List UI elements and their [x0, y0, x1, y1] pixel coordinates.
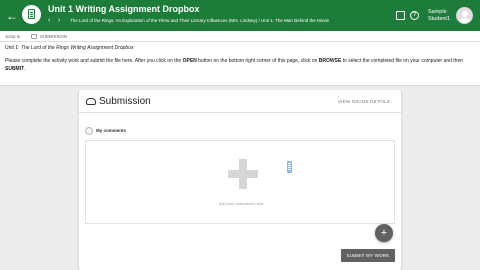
breadcrumb[interactable]: The Lord of the Rings: An Exploration of… — [70, 17, 329, 25]
tab-jump-to[interactable]: Jump to — [5, 33, 20, 40]
back-arrow-icon[interactable]: ← — [5, 9, 19, 23]
file-icon[interactable] — [287, 161, 292, 173]
plus-icon-bar — [228, 170, 258, 178]
page-title: Unit 1 Writing Assignment Dropbox — [48, 4, 200, 14]
instructions-panel: Unit 1: The Lord of the Rings Writing As… — [0, 42, 480, 86]
unit-heading: Unit 1: The Lord of the Rings Writing As… — [5, 45, 134, 52]
submission-card: Submission VIEW GRADE DETAILS My comment… — [79, 90, 401, 270]
user-name[interactable]: Sample Student1 — [428, 9, 450, 22]
view-grade-details-link[interactable]: VIEW GRADE DETAILS — [338, 99, 390, 104]
instructions-part-4: . — [24, 66, 26, 72]
comments-avatar — [85, 127, 93, 135]
app-logo-icon[interactable] — [22, 5, 41, 24]
submit-my-work-button[interactable]: SUBMIT MY WORK — [341, 249, 395, 262]
instructions-open: OPEN — [182, 58, 197, 64]
open-add-button[interactable]: + — [375, 224, 393, 242]
instructions-browse: BROWSE — [318, 58, 342, 64]
help-icon[interactable]: ? — [410, 11, 419, 20]
my-comments-label: My comments — [96, 128, 127, 133]
instructions-part-3: to select the completed file on your com… — [341, 58, 464, 64]
divider — [79, 112, 401, 113]
prev-icon[interactable]: ‹ — [48, 17, 50, 25]
cloud-upload-icon — [86, 98, 96, 105]
next-icon[interactable]: › — [58, 17, 60, 25]
tab-submission[interactable]: SUBMISSION — [40, 33, 67, 40]
avatar[interactable] — [456, 7, 473, 24]
instructions-submit: SUBMIT — [5, 66, 25, 72]
unit-prefix: Unit 1: — [5, 45, 20, 51]
message-icon[interactable] — [396, 11, 405, 20]
top-bar: ← Unit 1 Writing Assignment Dropbox ‹ › … — [0, 0, 480, 31]
instructions-text: Please complete the activity work and su… — [5, 57, 475, 73]
unit-title: The Lord of the Rings Writing Assignment… — [20, 45, 134, 51]
tab-doc-icon[interactable] — [31, 34, 37, 39]
upload-drop-area[interactable]: Add your comments here — [85, 140, 395, 224]
add-comments-hint[interactable]: Add your comments here — [86, 201, 396, 206]
user-last-name: Student1 — [428, 15, 451, 22]
tab-bar: Jump to SUBMISSION — [0, 31, 480, 42]
instructions-part-1: Please complete the activity work and su… — [5, 58, 183, 64]
submission-title: Submission — [99, 96, 151, 107]
instructions-part-2: button on the bottom right corner of thi… — [196, 58, 319, 64]
app-window: ← Unit 1 Writing Assignment Dropbox ‹ › … — [0, 0, 480, 270]
